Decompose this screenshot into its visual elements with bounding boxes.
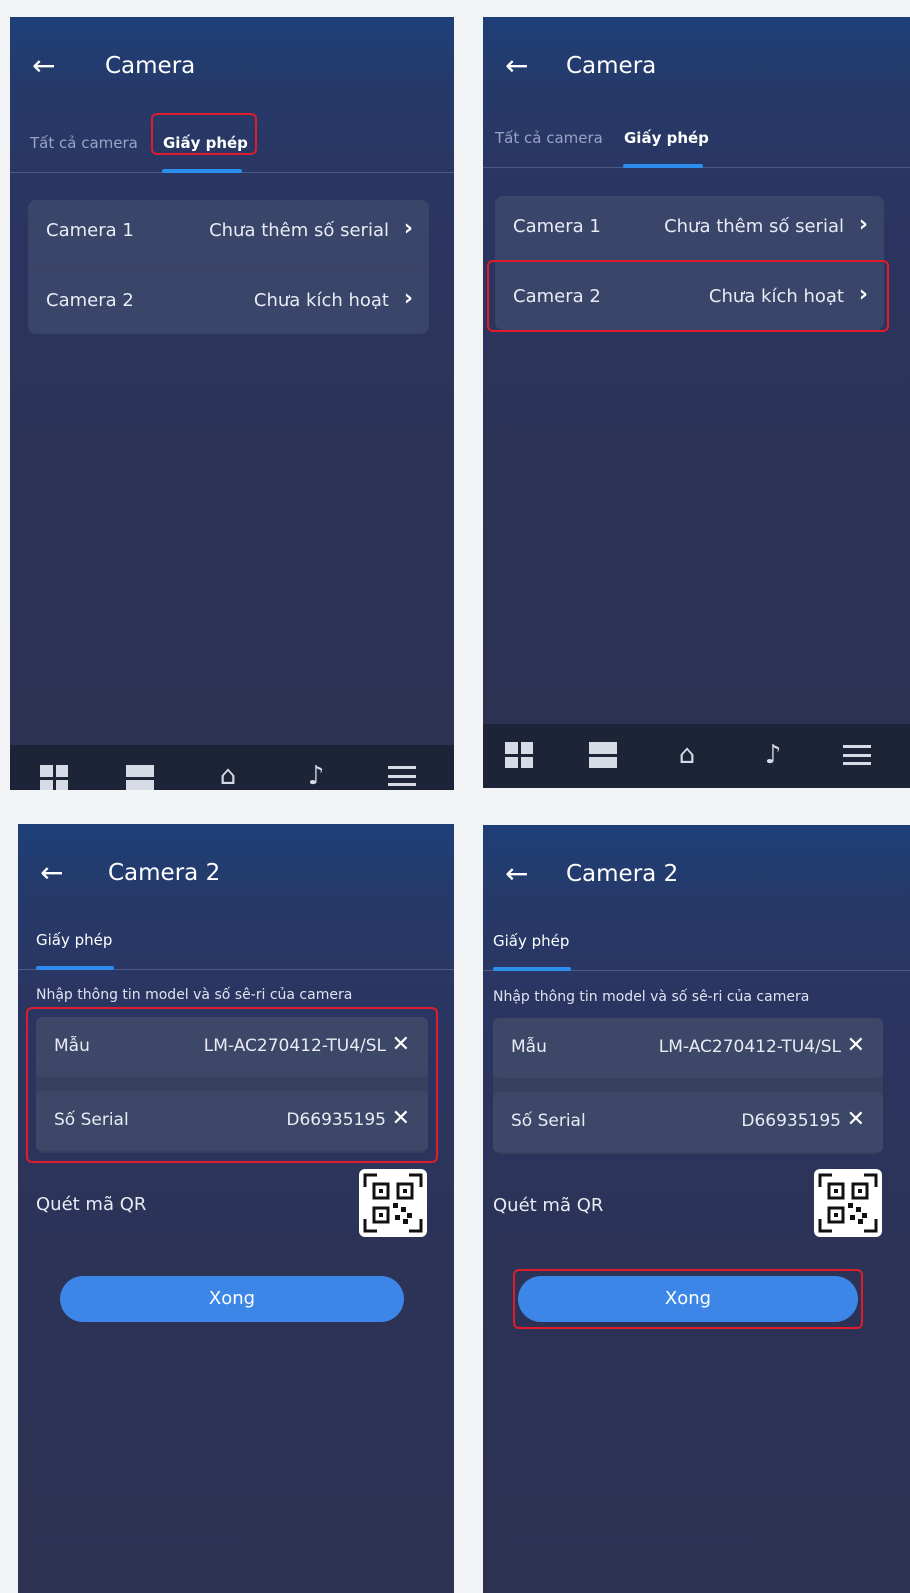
chevron-right-icon: › (403, 216, 413, 241)
dashboard-icon[interactable] (40, 765, 68, 790)
screen-camera-list-2: ← Camera Tất cả camera Giấy phép Camera … (483, 17, 910, 788)
back-arrow-icon[interactable]: ← (40, 859, 63, 887)
camera-name: Camera 1 (46, 220, 134, 241)
list-item-camera-2[interactable]: Camera 2 Chưa kích hoạt › (495, 266, 884, 330)
chevron-right-icon: › (858, 282, 868, 307)
menu-icon[interactable] (388, 766, 416, 786)
serial-value[interactable]: D66935195 (741, 1111, 841, 1131)
qr-scan-label: Quét mã QR (36, 1194, 147, 1215)
tab-active-indicator (36, 966, 114, 970)
bottom-nav: ⌂ ♪ (483, 724, 910, 788)
page-title: Camera (566, 53, 657, 79)
done-button[interactable]: Xong (60, 1276, 404, 1322)
rooms-icon[interactable] (126, 765, 154, 790)
camera-name: Camera 2 (513, 286, 601, 307)
camera-status: Chưa kích hoạt (708, 286, 844, 307)
rooms-icon[interactable] (589, 742, 617, 768)
tab-bar: Tất cả camera Giấy phép (10, 112, 454, 173)
home-icon[interactable]: ⌂ (673, 742, 701, 768)
tab-bar: Tất cả camera Giấy phép (483, 107, 910, 168)
bottom-nav: ⌂ ♪ (10, 745, 454, 790)
model-value[interactable]: LM-AC270412-TU4/SL (204, 1036, 386, 1056)
serial-label: Số Serial (54, 1110, 129, 1130)
model-label: Mẫu (54, 1036, 90, 1056)
music-icon[interactable]: ♪ (759, 742, 787, 768)
qr-scan-label: Quét mã QR (493, 1195, 604, 1216)
page-title: Camera 2 (566, 861, 679, 887)
tab-all-cameras[interactable]: Tất cả camera (495, 129, 603, 147)
screen-license-form-2: ← Camera 2 Giấy phép Nhập thông tin mode… (483, 825, 910, 1593)
back-arrow-icon[interactable]: ← (505, 52, 528, 80)
clear-icon[interactable]: ✕ (392, 1032, 410, 1057)
tab-license[interactable]: Giấy phép (624, 129, 709, 147)
serial-value[interactable]: D66935195 (286, 1110, 386, 1130)
serial-field[interactable]: Số Serial D66935195 ✕ (493, 1092, 883, 1152)
license-fields: Mẫu LM-AC270412-TU4/SL ✕ Số Serial D6693… (493, 1018, 883, 1154)
model-field[interactable]: Mẫu LM-AC270412-TU4/SL ✕ (493, 1018, 883, 1078)
tab-bar: Giấy phép (483, 910, 910, 971)
clear-icon[interactable]: ✕ (392, 1106, 410, 1131)
page-title: Camera 2 (108, 860, 221, 886)
list-item-camera-1[interactable]: Camera 1 Chưa thêm số serial › (495, 196, 884, 260)
clear-icon[interactable]: ✕ (847, 1107, 865, 1132)
tab-license[interactable]: Giấy phép (163, 134, 248, 152)
screen-license-form-1: ← Camera 2 Giấy phép Nhập thông tin mode… (18, 824, 454, 1593)
done-button[interactable]: Xong (518, 1276, 858, 1322)
camera-status: Chưa thêm số serial (664, 216, 844, 237)
tab-active-indicator (493, 967, 571, 971)
qr-code-icon[interactable] (359, 1169, 427, 1237)
serial-field[interactable]: Số Serial D66935195 ✕ (36, 1091, 428, 1151)
back-arrow-icon[interactable]: ← (505, 860, 528, 888)
menu-icon[interactable] (843, 745, 871, 765)
list-item-camera-1[interactable]: Camera 1 Chưa thêm số serial › (28, 200, 429, 264)
clear-icon[interactable]: ✕ (847, 1033, 865, 1058)
camera-status: Chưa thêm số serial (209, 220, 389, 241)
model-field[interactable]: Mẫu LM-AC270412-TU4/SL ✕ (36, 1017, 428, 1077)
qr-code-icon[interactable] (814, 1169, 882, 1237)
music-icon[interactable]: ♪ (302, 763, 330, 789)
camera-list: Camera 1 Chưa thêm số serial › Camera 2 … (495, 196, 884, 330)
home-icon[interactable]: ⌂ (214, 763, 242, 789)
tab-all-cameras[interactable]: Tất cả camera (30, 134, 138, 152)
back-arrow-icon[interactable]: ← (32, 52, 55, 80)
model-label: Mẫu (511, 1037, 547, 1057)
camera-name: Camera 1 (513, 216, 601, 237)
list-item-camera-2[interactable]: Camera 2 Chưa kích hoạt › (28, 270, 429, 334)
chevron-right-icon: › (403, 286, 413, 311)
tab-license[interactable]: Giấy phép (493, 932, 569, 950)
form-hint: Nhập thông tin model và số sê-ri của cam… (36, 987, 353, 1003)
tab-active-indicator (162, 169, 242, 173)
screen-camera-list-1: ← Camera Tất cả camera Giấy phép Camera … (10, 17, 454, 790)
serial-label: Số Serial (511, 1111, 586, 1131)
license-fields: Mẫu LM-AC270412-TU4/SL ✕ Số Serial D6693… (36, 1017, 428, 1153)
camera-list: Camera 1 Chưa thêm số serial › Camera 2 … (28, 200, 429, 334)
page-title: Camera (105, 53, 196, 79)
model-value[interactable]: LM-AC270412-TU4/SL (659, 1037, 841, 1057)
dashboard-icon[interactable] (505, 742, 533, 768)
camera-status: Chưa kích hoạt (253, 290, 389, 311)
form-hint: Nhập thông tin model và số sê-ri của cam… (493, 989, 810, 1005)
camera-name: Camera 2 (46, 290, 134, 311)
tab-active-indicator (623, 164, 703, 168)
tab-bar: Giấy phép (18, 909, 454, 970)
tab-license[interactable]: Giấy phép (36, 931, 112, 949)
chevron-right-icon: › (858, 212, 868, 237)
